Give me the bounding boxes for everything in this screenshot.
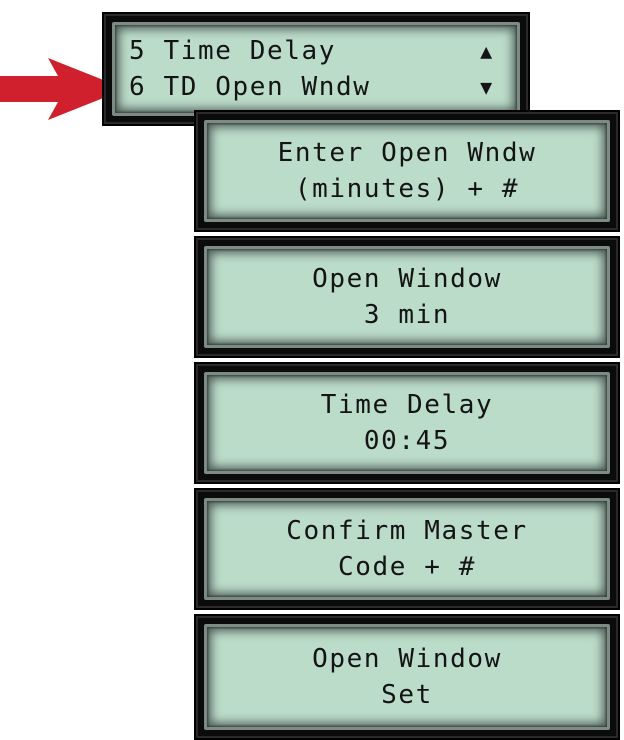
enter-open-window-display: Enter Open Wndw (minutes) + # xyxy=(194,110,620,232)
lcd-line-2: 00:45 xyxy=(363,426,451,456)
triangle-up-icon[interactable]: ▲ xyxy=(477,33,497,69)
lcd-screen: Confirm Master Code + # xyxy=(204,498,610,600)
menu-lcd-screen: 5 Time Delay ▲ 6 TD Open Wndw ▼ xyxy=(112,22,520,116)
lcd-screen: Open Window Set xyxy=(204,624,610,730)
time-delay-value-display: Time Delay 00:45 xyxy=(194,362,620,484)
lcd-line-1: Open Window xyxy=(312,644,502,674)
lcd-line-2: Set xyxy=(381,680,433,710)
open-window-value-display: Open Window 3 min xyxy=(194,236,620,358)
menu-item-td-open-window[interactable]: 6 TD Open Wndw ▼ xyxy=(129,69,497,105)
lcd-screen: Open Window 3 min xyxy=(204,246,610,348)
menu-item-time-delay[interactable]: 5 Time Delay ▲ xyxy=(129,33,497,69)
menu-lcd-display: 5 Time Delay ▲ 6 TD Open Wndw ▼ xyxy=(102,12,530,126)
menu-item-label: 5 Time Delay xyxy=(129,36,337,66)
confirm-master-code-display: Confirm Master Code + # xyxy=(194,488,620,610)
triangle-down-icon[interactable]: ▼ xyxy=(477,69,497,105)
lcd-screen: Enter Open Wndw (minutes) + # xyxy=(204,120,610,222)
lcd-line-1: Enter Open Wndw xyxy=(277,138,537,168)
menu-item-label: 6 TD Open Wndw xyxy=(129,72,371,102)
open-window-set-display: Open Window Set xyxy=(194,614,620,740)
lcd-line-2: 3 min xyxy=(363,300,451,330)
lcd-line-1: Confirm Master xyxy=(286,516,528,546)
lcd-screen: Time Delay 00:45 xyxy=(204,372,610,474)
lcd-line-2: Code + # xyxy=(337,552,477,582)
lcd-line-1: Time Delay xyxy=(320,390,494,420)
lcd-line-2: (minutes) + # xyxy=(294,174,520,204)
lcd-line-1: Open Window xyxy=(312,264,502,294)
